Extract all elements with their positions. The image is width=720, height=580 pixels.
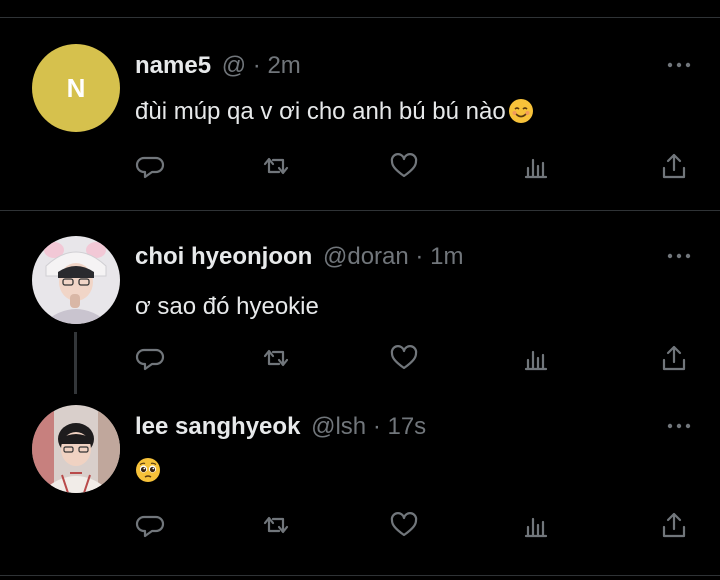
avatar-letter: N [66, 72, 86, 103]
separator: · [415, 243, 424, 270]
tweet-1[interactable]: N name5 @ · 2m đùi múp qa v ơi cho anh b… [0, 0, 720, 210]
share-button[interactable] [658, 150, 690, 182]
avatar[interactable] [32, 236, 120, 324]
share-button[interactable] [658, 342, 690, 374]
display-name[interactable]: name5 [135, 52, 211, 79]
retweet-button[interactable] [260, 342, 292, 374]
display-name[interactable]: choi hyeonjoon [135, 243, 312, 270]
like-button[interactable] [388, 509, 420, 541]
timestamp[interactable]: 2m [267, 52, 300, 79]
separator: · [252, 52, 261, 79]
share-icon [662, 345, 686, 371]
more-icon[interactable] [666, 250, 692, 262]
more-icon[interactable] [666, 59, 692, 71]
tweet-text: ơ sao đó hyeokie [135, 293, 319, 320]
tweet-actions [135, 342, 695, 374]
tweet-header: choi hyeonjoon @doran · 1m [135, 243, 463, 271]
retweet-button[interactable] [260, 150, 292, 182]
views-button[interactable] [521, 150, 553, 182]
avatar[interactable]: N [32, 44, 120, 132]
like-icon [390, 512, 418, 537]
avatar[interactable] [32, 405, 120, 493]
handle[interactable]: @lsh [311, 413, 366, 440]
handle[interactable]: @ [222, 52, 246, 79]
reply-icon [135, 515, 165, 538]
reply-button[interactable] [135, 509, 167, 541]
views-icon [524, 158, 548, 179]
share-icon [662, 512, 686, 538]
tweet-header: lee sanghyeok @lsh · 17s [135, 413, 426, 441]
profile-photo-icon [32, 236, 120, 324]
reply-icon [135, 348, 165, 371]
tweet-header: name5 @ · 2m [135, 52, 301, 80]
retweet-icon [263, 516, 289, 534]
handle[interactable]: @doran [323, 243, 409, 270]
like-icon [390, 153, 418, 178]
like-button[interactable] [388, 342, 420, 374]
views-button[interactable] [521, 509, 553, 541]
reply-icon [135, 156, 165, 179]
share-icon [662, 153, 686, 179]
separator: · [372, 413, 381, 440]
share-button[interactable] [658, 509, 690, 541]
like-button[interactable] [388, 150, 420, 182]
reply-button[interactable] [135, 342, 167, 374]
more-icon[interactable] [666, 420, 692, 432]
retweet-icon [263, 349, 289, 367]
display-name[interactable]: lee sanghyeok [135, 413, 300, 440]
divider-bottom [0, 575, 720, 576]
views-button[interactable] [521, 342, 553, 374]
tweet-text-content: đùi múp qa v ơi cho anh bú bú nào [135, 98, 506, 125]
tweet-actions [135, 150, 695, 182]
like-icon [390, 345, 418, 370]
timestamp[interactable]: 1m [430, 243, 463, 270]
pleading-face-icon [136, 458, 160, 482]
views-icon [524, 350, 548, 371]
retweet-icon [263, 157, 289, 175]
timestamp[interactable]: 17s [387, 413, 426, 440]
tweet-2[interactable]: choi hyeonjoon @doran · 1m ơ sao đó hyeo… [0, 211, 720, 391]
tweet-text [135, 457, 161, 485]
retweet-button[interactable] [260, 509, 292, 541]
tweet-text: đùi múp qa v ơi cho anh bú bú nào [135, 98, 534, 126]
reply-button[interactable] [135, 150, 167, 182]
tweet-3[interactable]: lee sanghyeok @lsh · 17s [0, 391, 720, 571]
smiling-face-icon [508, 99, 533, 123]
profile-photo-icon [32, 405, 120, 493]
tweet-actions [135, 509, 695, 541]
views-icon [524, 517, 548, 538]
